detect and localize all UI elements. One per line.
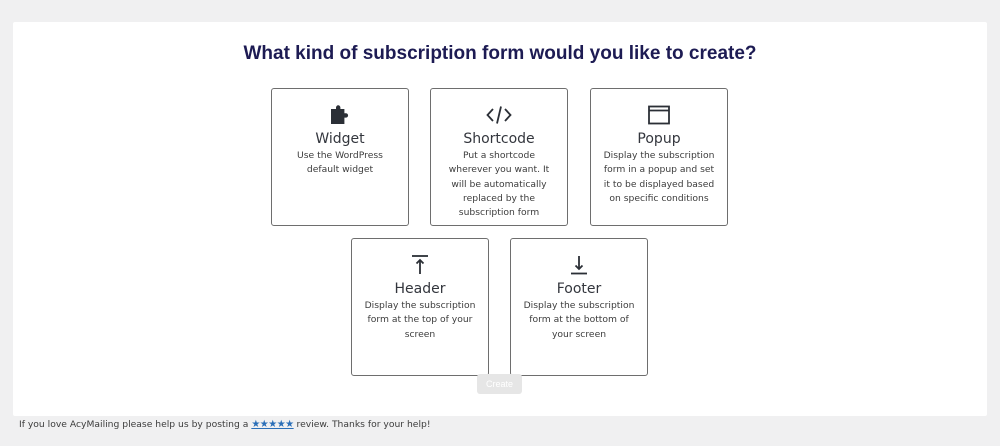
card-widget[interactable]: Widget Use the WordPress default widget [271,88,409,226]
review-stars-link[interactable]: ★★★★★ [251,419,294,430]
card-title: Header [394,281,446,297]
review-text-before: If you love AcyMailing please help us by… [19,419,252,430]
card-description: Put a shortcode wherever you want. It wi… [448,150,550,219]
arrow-down-to-line-icon [511,253,647,277]
card-footer[interactable]: Footer Display the subscription form at … [510,238,648,376]
card-title: Shortcode [463,131,535,147]
review-text-after: review. Thanks for your help! [293,419,431,430]
window-icon [591,103,727,127]
card-popup[interactable]: Popup Display the subscription form in a… [590,88,728,226]
code-icon [431,103,567,127]
card-description: Display the subscription form in a popup… [603,150,715,204]
card-title: Footer [556,281,602,297]
card-shortcode[interactable]: Shortcode Put a shortcode wherever you w… [430,88,568,226]
card-description: Display the subscription form at the top… [364,300,476,340]
card-header[interactable]: Header Display the subscription form at … [351,238,489,376]
card-title: Popup [637,131,681,147]
review-note: If you love AcyMailing please help us by… [19,419,431,430]
create-button[interactable]: Create [477,374,522,394]
card-description: Use the WordPress default widget [297,150,383,176]
card-description: Display the subscription form at the bot… [523,300,635,340]
puzzle-icon [272,103,408,127]
page-title: What kind of subscription form would you… [243,43,757,64]
card-title: Widget [315,131,365,147]
arrow-up-to-line-icon [352,253,488,277]
